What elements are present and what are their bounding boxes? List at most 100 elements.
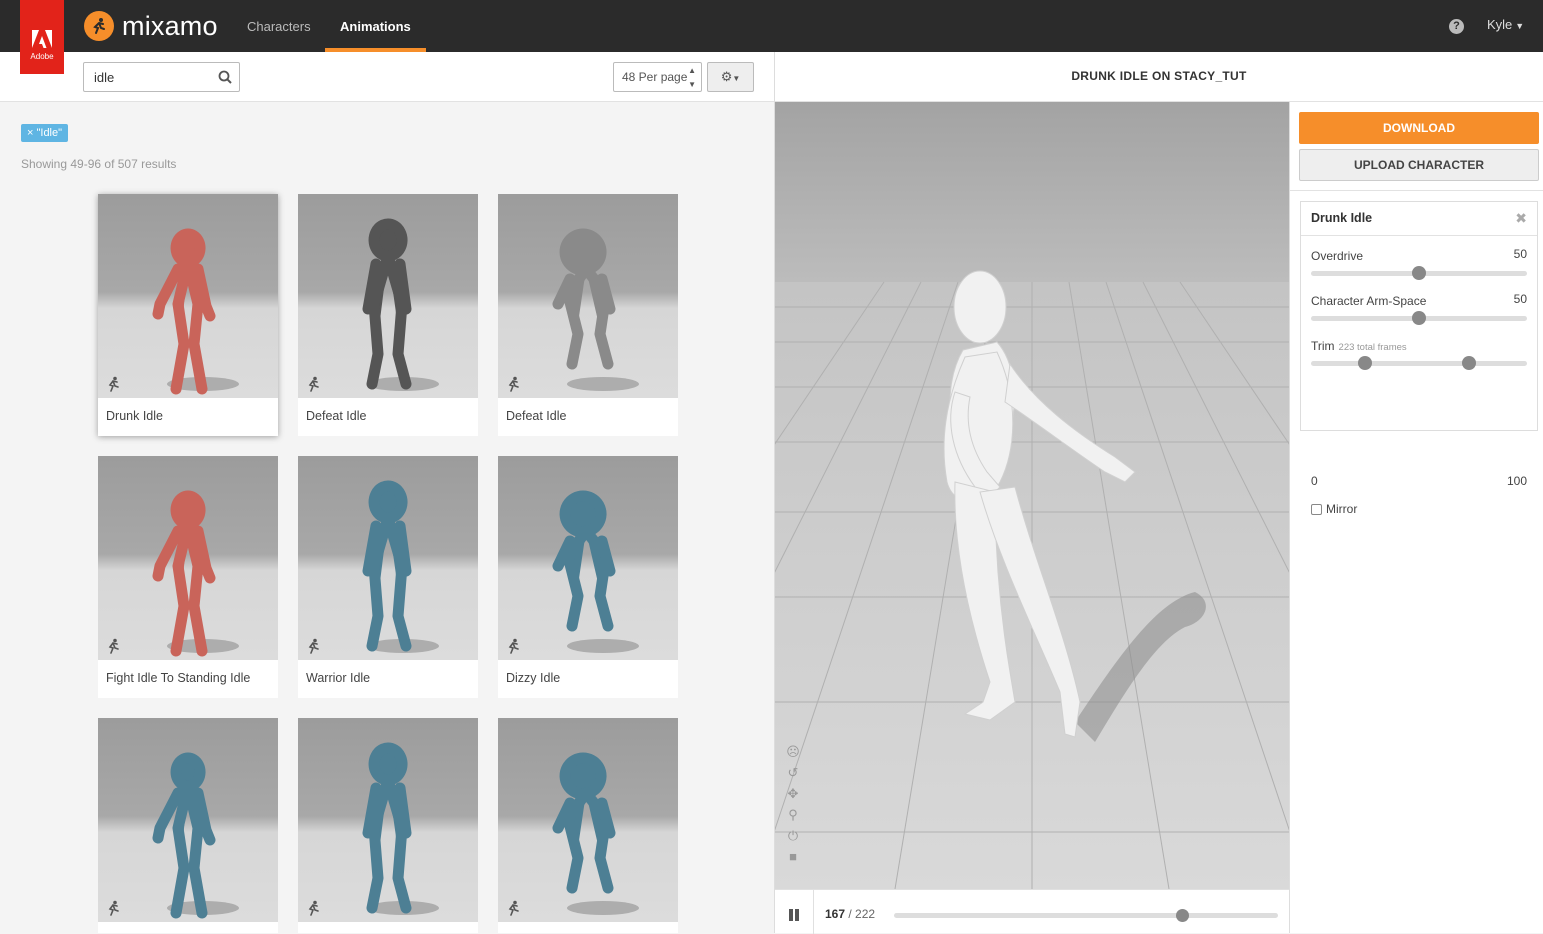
chevron-down-icon: ▼ (732, 74, 741, 83)
close-icon[interactable]: ✖ (1515, 210, 1527, 227)
character-preview (152, 490, 239, 657)
slider-handle[interactable] (1412, 311, 1426, 325)
search-icon[interactable] (218, 70, 232, 84)
settings-panel: DOWNLOAD UPLOAD CHARACTER Drunk Idle ✖ O… (1289, 102, 1543, 933)
checkbox-icon[interactable] (1311, 503, 1322, 515)
animation-card[interactable] (498, 718, 678, 933)
overdrive-slider[interactable]: Overdrive 50 (1311, 247, 1527, 280)
gear-icon: ⚙ (720, 69, 733, 84)
timeline-scrubber[interactable] (894, 909, 1278, 922)
animation-thumbnail[interactable] (498, 718, 678, 922)
overdrive-label: Overdrive (1311, 249, 1364, 263)
playback-bar: 167 / 222 (775, 889, 1289, 934)
search-input[interactable] (84, 63, 204, 91)
character-preview (362, 742, 439, 915)
running-figure-icon (108, 376, 119, 392)
per-page-value: 48 Per page (622, 70, 688, 84)
animation-card[interactable] (298, 718, 478, 933)
updown-arrows-icon: ▲ ▼ (688, 66, 696, 89)
running-figure-icon (508, 638, 519, 654)
animation-title: Defeat Idle (306, 409, 367, 423)
trim-max: 100 (1506, 474, 1527, 488)
mixamo-runner-icon (84, 11, 114, 41)
running-figure-icon (308, 900, 319, 916)
animation-title: Fight Idle To Standing Idle (106, 671, 251, 685)
animation-card[interactable]: Warrior Idle (298, 456, 478, 698)
running-figure-icon (108, 638, 119, 654)
power-icon[interactable]: ⏻ (785, 828, 801, 844)
trim-end-handle[interactable] (1461, 356, 1476, 370)
trim-slider[interactable]: Trim 223 total frames (1311, 337, 1527, 370)
animation-title: Drunk Idle (106, 409, 163, 423)
mirror-label: Mirror (1326, 502, 1358, 516)
running-figure-icon (308, 638, 319, 654)
viewport-toolbar: ☹ ↺ ✥ ⚲ ⏻ ■ (785, 744, 801, 870)
total-frames: / 222 (848, 907, 876, 921)
animation-title: Warrior Idle (306, 671, 371, 685)
character-preview (152, 228, 239, 395)
running-figure-icon (308, 376, 319, 392)
animation-card[interactable]: Dizzy Idle (498, 456, 678, 698)
adobe-logo[interactable]: Adobe (20, 0, 64, 74)
viewport-scene (775, 102, 1289, 889)
slider-track[interactable] (1311, 361, 1527, 366)
panel-divider (1290, 190, 1543, 191)
animation-thumbnail[interactable] (98, 718, 278, 922)
adobe-label: Adobe (30, 52, 54, 61)
timeline-handle[interactable] (1176, 909, 1189, 922)
animation-thumbnail[interactable] (98, 194, 278, 398)
viewer-header: DRUNK IDLE ON STACY_TUT (775, 52, 1543, 102)
search-box[interactable] (83, 62, 240, 92)
download-button[interactable]: DOWNLOAD (1299, 112, 1539, 144)
tab-animations[interactable]: Animations (325, 0, 426, 52)
arm-space-label: Character Arm-Space (1311, 294, 1427, 308)
settings-button[interactable]: ⚙▼ (707, 62, 754, 92)
help-icon[interactable]: ? (1449, 19, 1464, 34)
rotate-icon[interactable]: ↺ (785, 765, 801, 781)
skull-icon[interactable]: ☹ (785, 744, 801, 760)
chevron-down-icon: ▼ (1515, 21, 1525, 31)
brand-name: mixamo (122, 10, 218, 41)
trim-start-handle[interactable] (1358, 356, 1372, 370)
overdrive-value: 50 (1513, 247, 1527, 261)
camera-icon[interactable]: ■ (785, 849, 801, 865)
animation-title: Defeat Idle (506, 409, 567, 423)
results-count: Showing 49-96 of 507 results (21, 157, 177, 171)
adobe-mark-icon (32, 30, 52, 48)
animation-thumbnail[interactable] (498, 456, 678, 660)
character-preview (552, 228, 639, 391)
animation-thumbnail[interactable] (298, 194, 478, 398)
arm-space-value: 50 (1513, 292, 1527, 306)
animation-thumbnail[interactable] (98, 456, 278, 660)
upload-character-button[interactable]: UPLOAD CHARACTER (1299, 149, 1539, 181)
mixamo-logo[interactable]: mixamo (84, 10, 218, 42)
top-nav: Adobe mixamo Characters Animations ? Kyl… (0, 0, 1543, 74)
trim-range-labels: 0 100 (1311, 474, 1527, 488)
slider-handle[interactable] (1412, 266, 1426, 280)
animation-thumbnail[interactable] (498, 194, 678, 398)
per-page-select[interactable]: 48 Per page ▲ ▼ (613, 62, 702, 92)
character-preview (552, 752, 639, 915)
move-icon[interactable]: ✥ (785, 786, 801, 802)
animation-card[interactable]: Defeat Idle (298, 194, 478, 436)
settings-divider (1301, 235, 1537, 236)
search-toolbar: 48 Per page ▲▼ ⚙▼ (0, 52, 774, 102)
animation-thumbnail[interactable] (298, 718, 478, 922)
3d-viewport[interactable] (775, 102, 1289, 889)
user-menu[interactable]: Kyle ▼ (1487, 17, 1524, 32)
frame-counter: 167 / 222 (825, 907, 875, 921)
filter-tag[interactable]: × "Idle" (21, 124, 69, 142)
animation-name: Drunk Idle (1311, 211, 1373, 225)
animation-thumbnail[interactable] (298, 456, 478, 660)
animation-card[interactable]: Defeat Idle (498, 194, 678, 436)
animation-card[interactable]: Fight Idle To Standing Idle (98, 456, 278, 698)
pause-icon[interactable] (789, 908, 801, 921)
mirror-checkbox[interactable]: Mirror (1311, 502, 1357, 516)
running-figure-icon (508, 900, 519, 916)
tab-characters[interactable]: Characters (232, 0, 326, 52)
zoom-icon[interactable]: ⚲ (785, 807, 801, 823)
character-preview (362, 480, 439, 653)
arm-space-slider[interactable]: Character Arm-Space 50 (1311, 292, 1527, 325)
animation-card[interactable] (98, 718, 278, 933)
animation-card[interactable]: Drunk Idle (98, 194, 278, 436)
